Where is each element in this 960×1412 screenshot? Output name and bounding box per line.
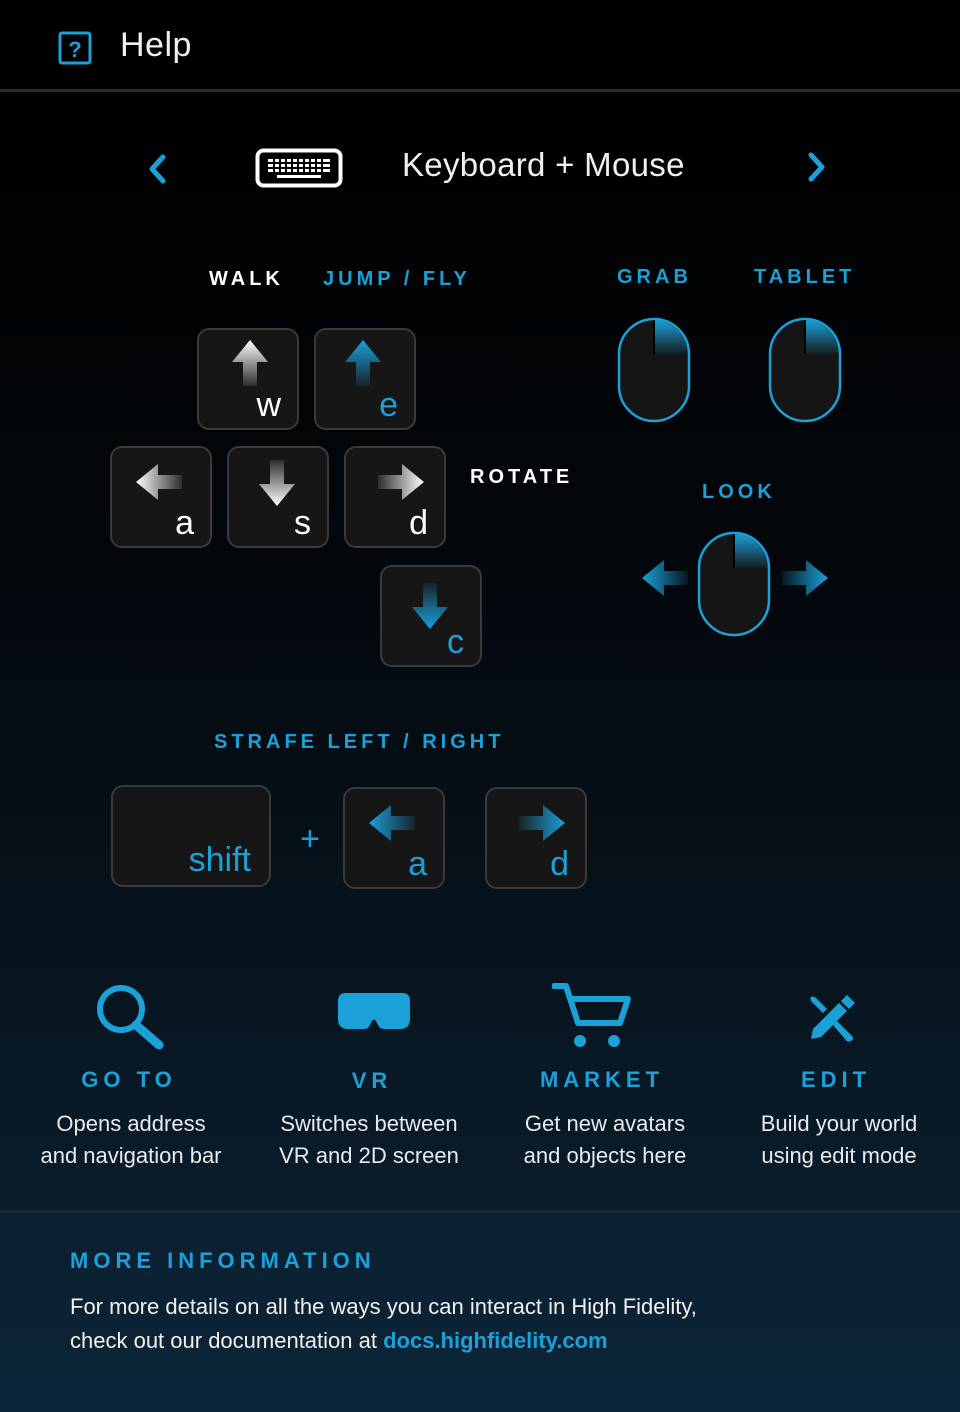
key-d: d	[344, 446, 446, 548]
key-shift-label: shift	[188, 841, 251, 879]
arrow-down-blue-icon	[412, 583, 448, 629]
rotate-label: ROTATE	[470, 466, 574, 488]
arrow-left-icon	[136, 464, 182, 500]
svg-text:?: ?	[68, 37, 81, 62]
feature-edit-desc: Build your world using edit mode	[724, 1108, 954, 1172]
key-w-letter: w	[256, 386, 281, 424]
mouse-grab-icon	[617, 317, 691, 423]
feature-market-desc-line2: and objects here	[523, 1143, 687, 1168]
key-strafe-d: d	[485, 787, 587, 889]
edit-tools-icon[interactable]	[805, 989, 861, 1043]
arrow-right-blue-icon	[519, 805, 565, 841]
more-info-line1: For more details on all the ways you can…	[70, 1294, 697, 1319]
key-shift: shift	[111, 785, 271, 887]
grab-label: GRAB	[617, 266, 692, 288]
feature-edit-title: EDIT	[800, 1067, 872, 1092]
look-label: LOOK	[702, 481, 776, 503]
more-info-title: MORE INFORMATION	[70, 1248, 376, 1273]
feature-goto-title: GO TO	[81, 1067, 177, 1092]
question-mark-icon[interactable]: ?	[58, 31, 92, 65]
feature-vr-title: VR	[351, 1068, 393, 1093]
strafe-label: STRAFE LEFT / RIGHT	[214, 731, 505, 753]
feature-market-desc: Get new avatars and objects here	[490, 1108, 720, 1172]
key-c-letter: c	[447, 623, 464, 661]
look-left-arrow-icon	[642, 560, 688, 596]
feature-goto-desc-line1: Opens address	[56, 1111, 206, 1136]
arrow-up-blue-icon	[345, 340, 381, 386]
arrow-down-icon	[259, 460, 295, 506]
arrow-right-icon	[378, 464, 424, 500]
jump-fly-label: JUMP / FLY	[323, 268, 471, 290]
key-a-letter: a	[175, 504, 194, 542]
docs-link[interactable]: docs.highfidelity.com	[383, 1328, 608, 1353]
keyboard-icon	[255, 148, 343, 188]
key-strafe-a-letter: a	[408, 845, 427, 883]
tablet-label: TABLET	[754, 266, 856, 288]
chevron-left-icon[interactable]	[146, 153, 168, 185]
feature-vr-desc-line2: VR and 2D screen	[279, 1143, 459, 1168]
key-s: s	[227, 446, 329, 548]
feature-edit-desc-line1: Build your world	[760, 1111, 918, 1136]
plus-sign: +	[300, 820, 320, 858]
look-right-arrow-icon	[782, 560, 828, 596]
vr-headset-icon[interactable]	[336, 991, 412, 1033]
title-bar: ? Help	[0, 0, 960, 92]
arrow-up-icon	[232, 340, 268, 386]
key-c: c	[380, 565, 482, 667]
feature-goto-desc-line2: and navigation bar	[40, 1143, 222, 1168]
more-info-line2: check out our documentation at docs.high…	[70, 1324, 930, 1358]
search-icon[interactable]	[95, 983, 167, 1051]
key-s-letter: s	[294, 504, 311, 542]
feature-market-title: MARKET	[539, 1067, 665, 1092]
feature-vr-desc-line1: Switches between	[280, 1111, 458, 1136]
feature-vr-desc: Switches between VR and 2D screen	[254, 1108, 484, 1172]
mouse-tablet-icon	[768, 317, 842, 423]
key-e-letter: e	[379, 386, 398, 424]
arrow-left-blue-icon	[369, 805, 415, 841]
window-title: Help	[120, 26, 192, 64]
mouse-look-icon	[697, 531, 771, 637]
key-d-letter: d	[409, 504, 428, 542]
feature-market-desc-line1: Get new avatars	[524, 1111, 686, 1136]
feature-edit-desc-line2: using edit mode	[761, 1143, 917, 1168]
key-a: a	[110, 446, 212, 548]
key-strafe-a: a	[343, 787, 445, 889]
walk-label: WALK	[209, 268, 284, 290]
key-e: e	[314, 328, 416, 430]
chevron-right-icon[interactable]	[806, 151, 828, 183]
cart-icon[interactable]	[552, 981, 632, 1051]
feature-goto-desc: Opens address and navigation bar	[16, 1108, 246, 1172]
more-info-line2-prefix: check out our documentation at	[70, 1328, 384, 1353]
more-info-text: For more details on all the ways you can…	[70, 1290, 930, 1358]
key-strafe-d-letter: d	[550, 845, 569, 883]
nav-title: Keyboard + Mouse	[402, 146, 685, 183]
key-w: w	[197, 328, 299, 430]
